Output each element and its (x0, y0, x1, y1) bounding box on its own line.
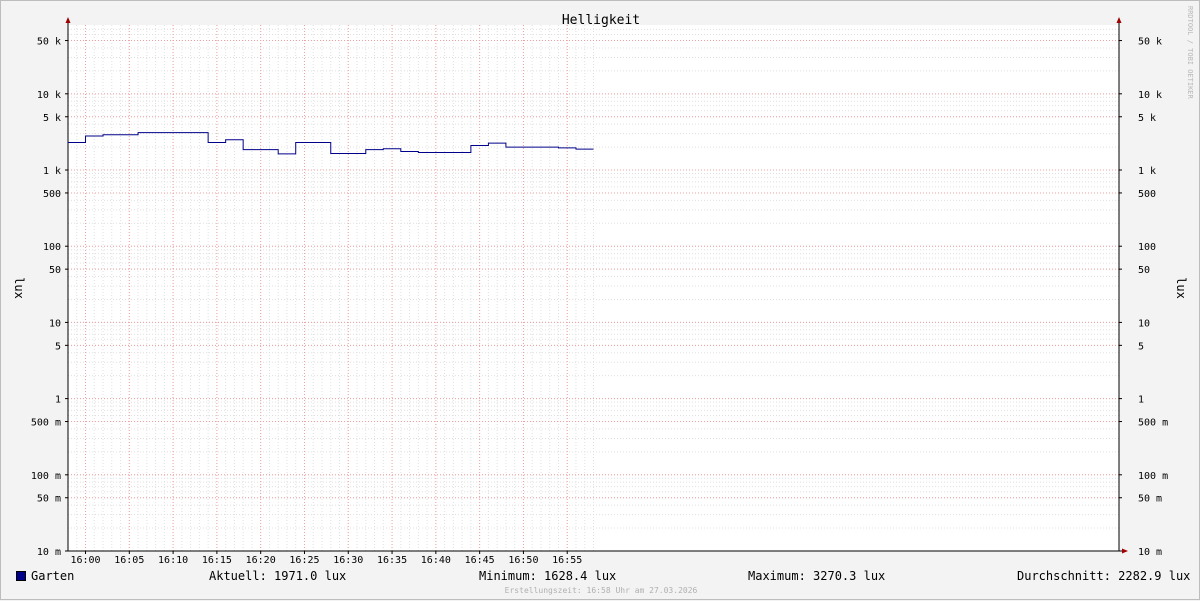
y-tick-label-left: 100 m (31, 471, 61, 482)
x-tick-label: 16:05 (114, 555, 144, 566)
y-tick-label-left: 10 (49, 318, 61, 329)
y-tick-label-right: 100 (1138, 242, 1156, 253)
legend-maximum: Maximum: 3270.3 lux (748, 569, 886, 583)
legend-average: Durchschnitt: 2282.9 lux (1017, 569, 1191, 583)
y-tick-label-left: 5 (55, 341, 61, 352)
x-tick-label: 16:15 (202, 555, 232, 566)
y-tick-label-right: 5 k (1138, 113, 1156, 124)
x-tick-label: 16:20 (246, 555, 276, 566)
y-tick-label-right: 5 (1138, 341, 1144, 352)
x-tick-label: 16:10 (158, 555, 188, 566)
x-tick-label: 16:25 (289, 555, 319, 566)
y-tick-label-right: 10 k (1138, 90, 1162, 101)
x-tick-label: 16:00 (70, 555, 100, 566)
graph-frame: 16:00 16:05 16:10 16:15 16:20 16:25 16:30 16:35… (0, 0, 1200, 600)
y-axis-label-left: lux (12, 277, 26, 299)
chart: 16:00 16:05 16:10 16:15 16:20 16:25 16:30 16:35… (12, 6, 1194, 566)
y-tick-label-left: 1 (55, 395, 61, 406)
y-tick-label-left: 500 (43, 189, 61, 200)
x-axis-arrow (1122, 548, 1128, 554)
y-axis-arrow-left (65, 17, 71, 23)
footer-timestamp: Erstellungszeit: 16:58 Uhr am 27.03.2026 (504, 586, 698, 595)
x-tick-label: 16:45 (465, 555, 495, 566)
x-tick-label: 16:30 (333, 555, 363, 566)
x-tick-label: 16:50 (508, 555, 538, 566)
chart-title: Helligkeit (562, 13, 640, 28)
y-tick-label-right: 500 m (1138, 418, 1168, 429)
y-tick-label-right: 50 m (1138, 494, 1162, 505)
y-tick-label-left: 10 k (37, 90, 61, 101)
y-tick-label-left: 50 m (37, 494, 61, 505)
y-tick-label-right: 500 (1138, 189, 1156, 200)
legend-series-name: Garten (31, 569, 75, 583)
y-tick-label-left: 100 (43, 242, 61, 253)
y-tick-label-left: 50 k (37, 37, 61, 48)
y-tick-label-right: 10 (1138, 318, 1150, 329)
y-tick-label-left: 10 m (37, 547, 61, 558)
y-tick-label-right: 100 m (1138, 471, 1168, 482)
y-tick-label-right: 50 (1138, 265, 1150, 276)
y-tick-label-right: 10 m (1138, 547, 1162, 558)
y-tick-label-left: 50 (49, 265, 61, 276)
x-tick-label: 16:40 (421, 555, 451, 566)
y-tick-label-right: 1 (1138, 395, 1144, 406)
legend-swatch (16, 571, 26, 581)
y-tick-label-left: 5 k (43, 113, 61, 124)
y-tick-label-right: 50 k (1138, 37, 1162, 48)
legend-current: Aktuell: 1971.0 lux (209, 569, 347, 583)
watermark: RRDTOOL / TOBI OETIKER (1186, 6, 1194, 100)
legend-minimum: Minimum: 1628.4 lux (479, 569, 617, 583)
x-tick-label: 16:35 (377, 555, 407, 566)
y-tick-label-left: 1 k (43, 166, 61, 177)
y-tick-label-left: 500 m (31, 418, 61, 429)
y-tick-label-right: 1 k (1138, 166, 1156, 177)
y-axis-label-right: lux (1174, 277, 1188, 299)
x-tick-label: 16:55 (552, 555, 582, 566)
y-axis-arrow-right (1116, 17, 1122, 23)
